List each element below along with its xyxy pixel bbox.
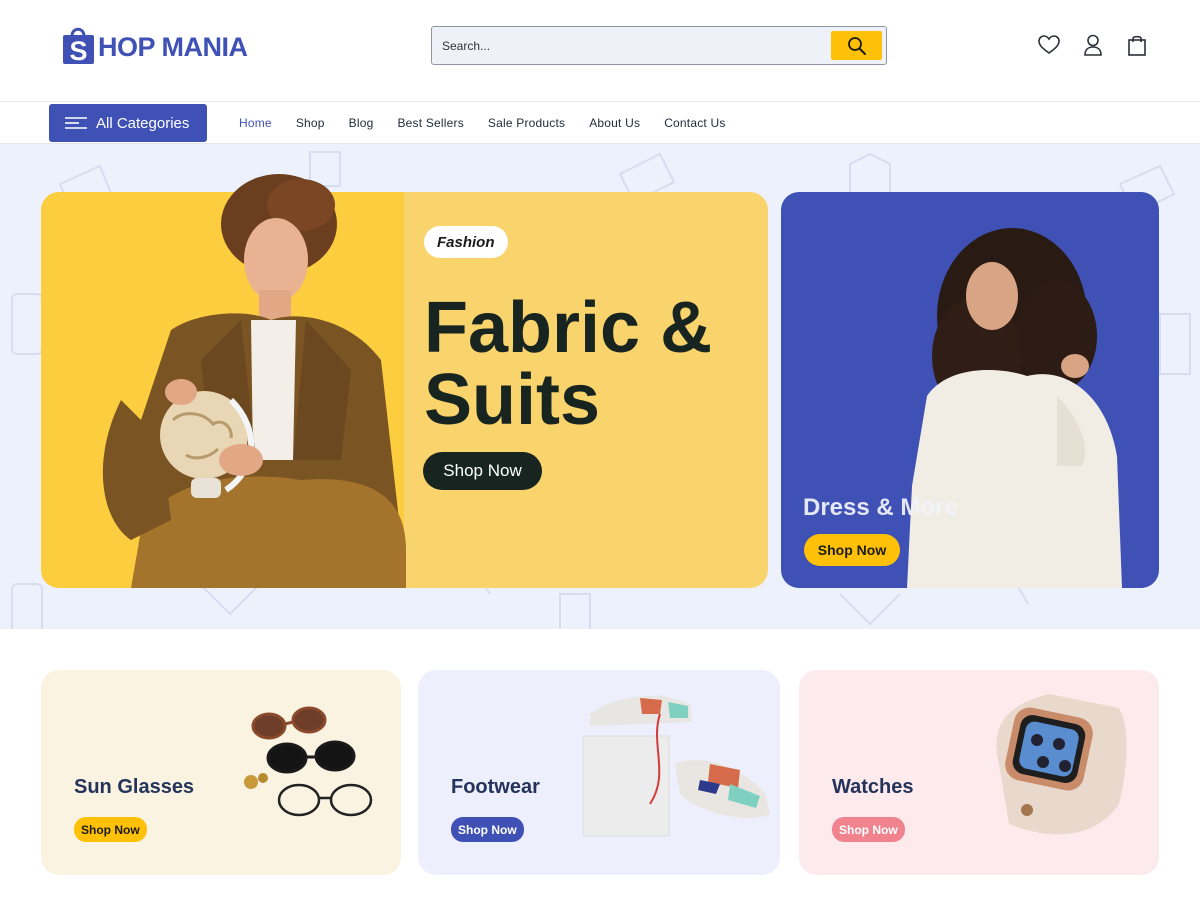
wishlist-button[interactable] (1038, 34, 1060, 56)
dress-more-title: Dress & More (803, 494, 958, 521)
category-card-sunglasses[interactable]: Sun Glasses Shop Now (41, 670, 401, 875)
category-cards-section: Sun Glasses Shop Now Footwear Shop Now W… (0, 630, 1200, 900)
dress-shop-now-button[interactable]: Shop Now (804, 534, 900, 566)
fabric-title-line-2: Suits (424, 360, 601, 440)
heart-icon (1038, 35, 1060, 54)
fabric-shop-now-button[interactable]: Shop Now (423, 452, 542, 490)
account-button[interactable] (1082, 34, 1104, 56)
card-title-sunglasses: Sun Glasses (74, 776, 195, 798)
cart-button[interactable] (1126, 34, 1148, 56)
fashion-tag: Fashion (424, 226, 508, 258)
fabric-suits-banner: Fashion Fabric & Suits Shop Now (41, 174, 768, 588)
cart-icon (1128, 35, 1146, 56)
nav-item-sale-products[interactable]: Sale Products (488, 116, 565, 130)
nav-item-about-us[interactable]: About Us (589, 116, 640, 130)
search-button[interactable] (831, 31, 882, 60)
sunglasses-shop-now-button[interactable]: Shop Now (74, 817, 147, 842)
all-categories-button[interactable]: All Categories (49, 104, 207, 142)
search-input[interactable] (432, 27, 828, 64)
nav-item-shop[interactable]: Shop (296, 116, 325, 130)
woman-in-white-dress-image (907, 228, 1122, 588)
category-card-footwear[interactable]: Footwear Shop Now (418, 670, 780, 875)
fabric-suits-title: Fabric & Suits (424, 292, 754, 436)
category-card-watches[interactable]: Watches Shop Now (799, 670, 1159, 875)
svg-text:S: S (69, 36, 87, 65)
nav-menu: Home Shop Blog Best Sellers Sale Product… (239, 102, 750, 144)
all-categories-label: All Categories (96, 114, 190, 132)
search-icon (847, 36, 866, 55)
smartwatch-image (996, 694, 1127, 835)
search-bar (431, 26, 887, 65)
nav-item-best-sellers[interactable]: Best Sellers (397, 116, 463, 130)
hero-section: Fashion Fabric & Suits Shop Now Dress & … (0, 144, 1200, 629)
user-icon (1084, 34, 1102, 56)
shopping-bag-logo-icon: S (63, 27, 94, 65)
dress-more-banner: Dress & More Shop Now (781, 192, 1159, 588)
card-title-footwear: Footwear (451, 776, 540, 798)
fabric-title-line-1: Fabric & (424, 288, 713, 368)
site-header: S HOP MANIA (0, 0, 1200, 102)
nav-item-home[interactable]: Home (239, 116, 272, 130)
menu-icon (65, 117, 87, 129)
card-title-watches: Watches (832, 776, 914, 798)
nav-item-contact-us[interactable]: Contact Us (664, 116, 725, 130)
logo-text: HOP MANIA (98, 31, 248, 62)
watches-shop-now-button[interactable]: Shop Now (832, 817, 905, 842)
footwear-shop-now-button[interactable]: Shop Now (451, 817, 524, 842)
main-navigation: All Categories Home Shop Blog Best Selle… (0, 102, 1200, 144)
sunglasses-image (244, 706, 373, 817)
man-with-globe-image (102, 174, 406, 588)
site-logo[interactable]: S HOP MANIA (62, 22, 248, 66)
header-actions (1038, 34, 1148, 56)
nav-item-blog[interactable]: Blog (349, 116, 374, 130)
footwear-image (582, 695, 770, 837)
